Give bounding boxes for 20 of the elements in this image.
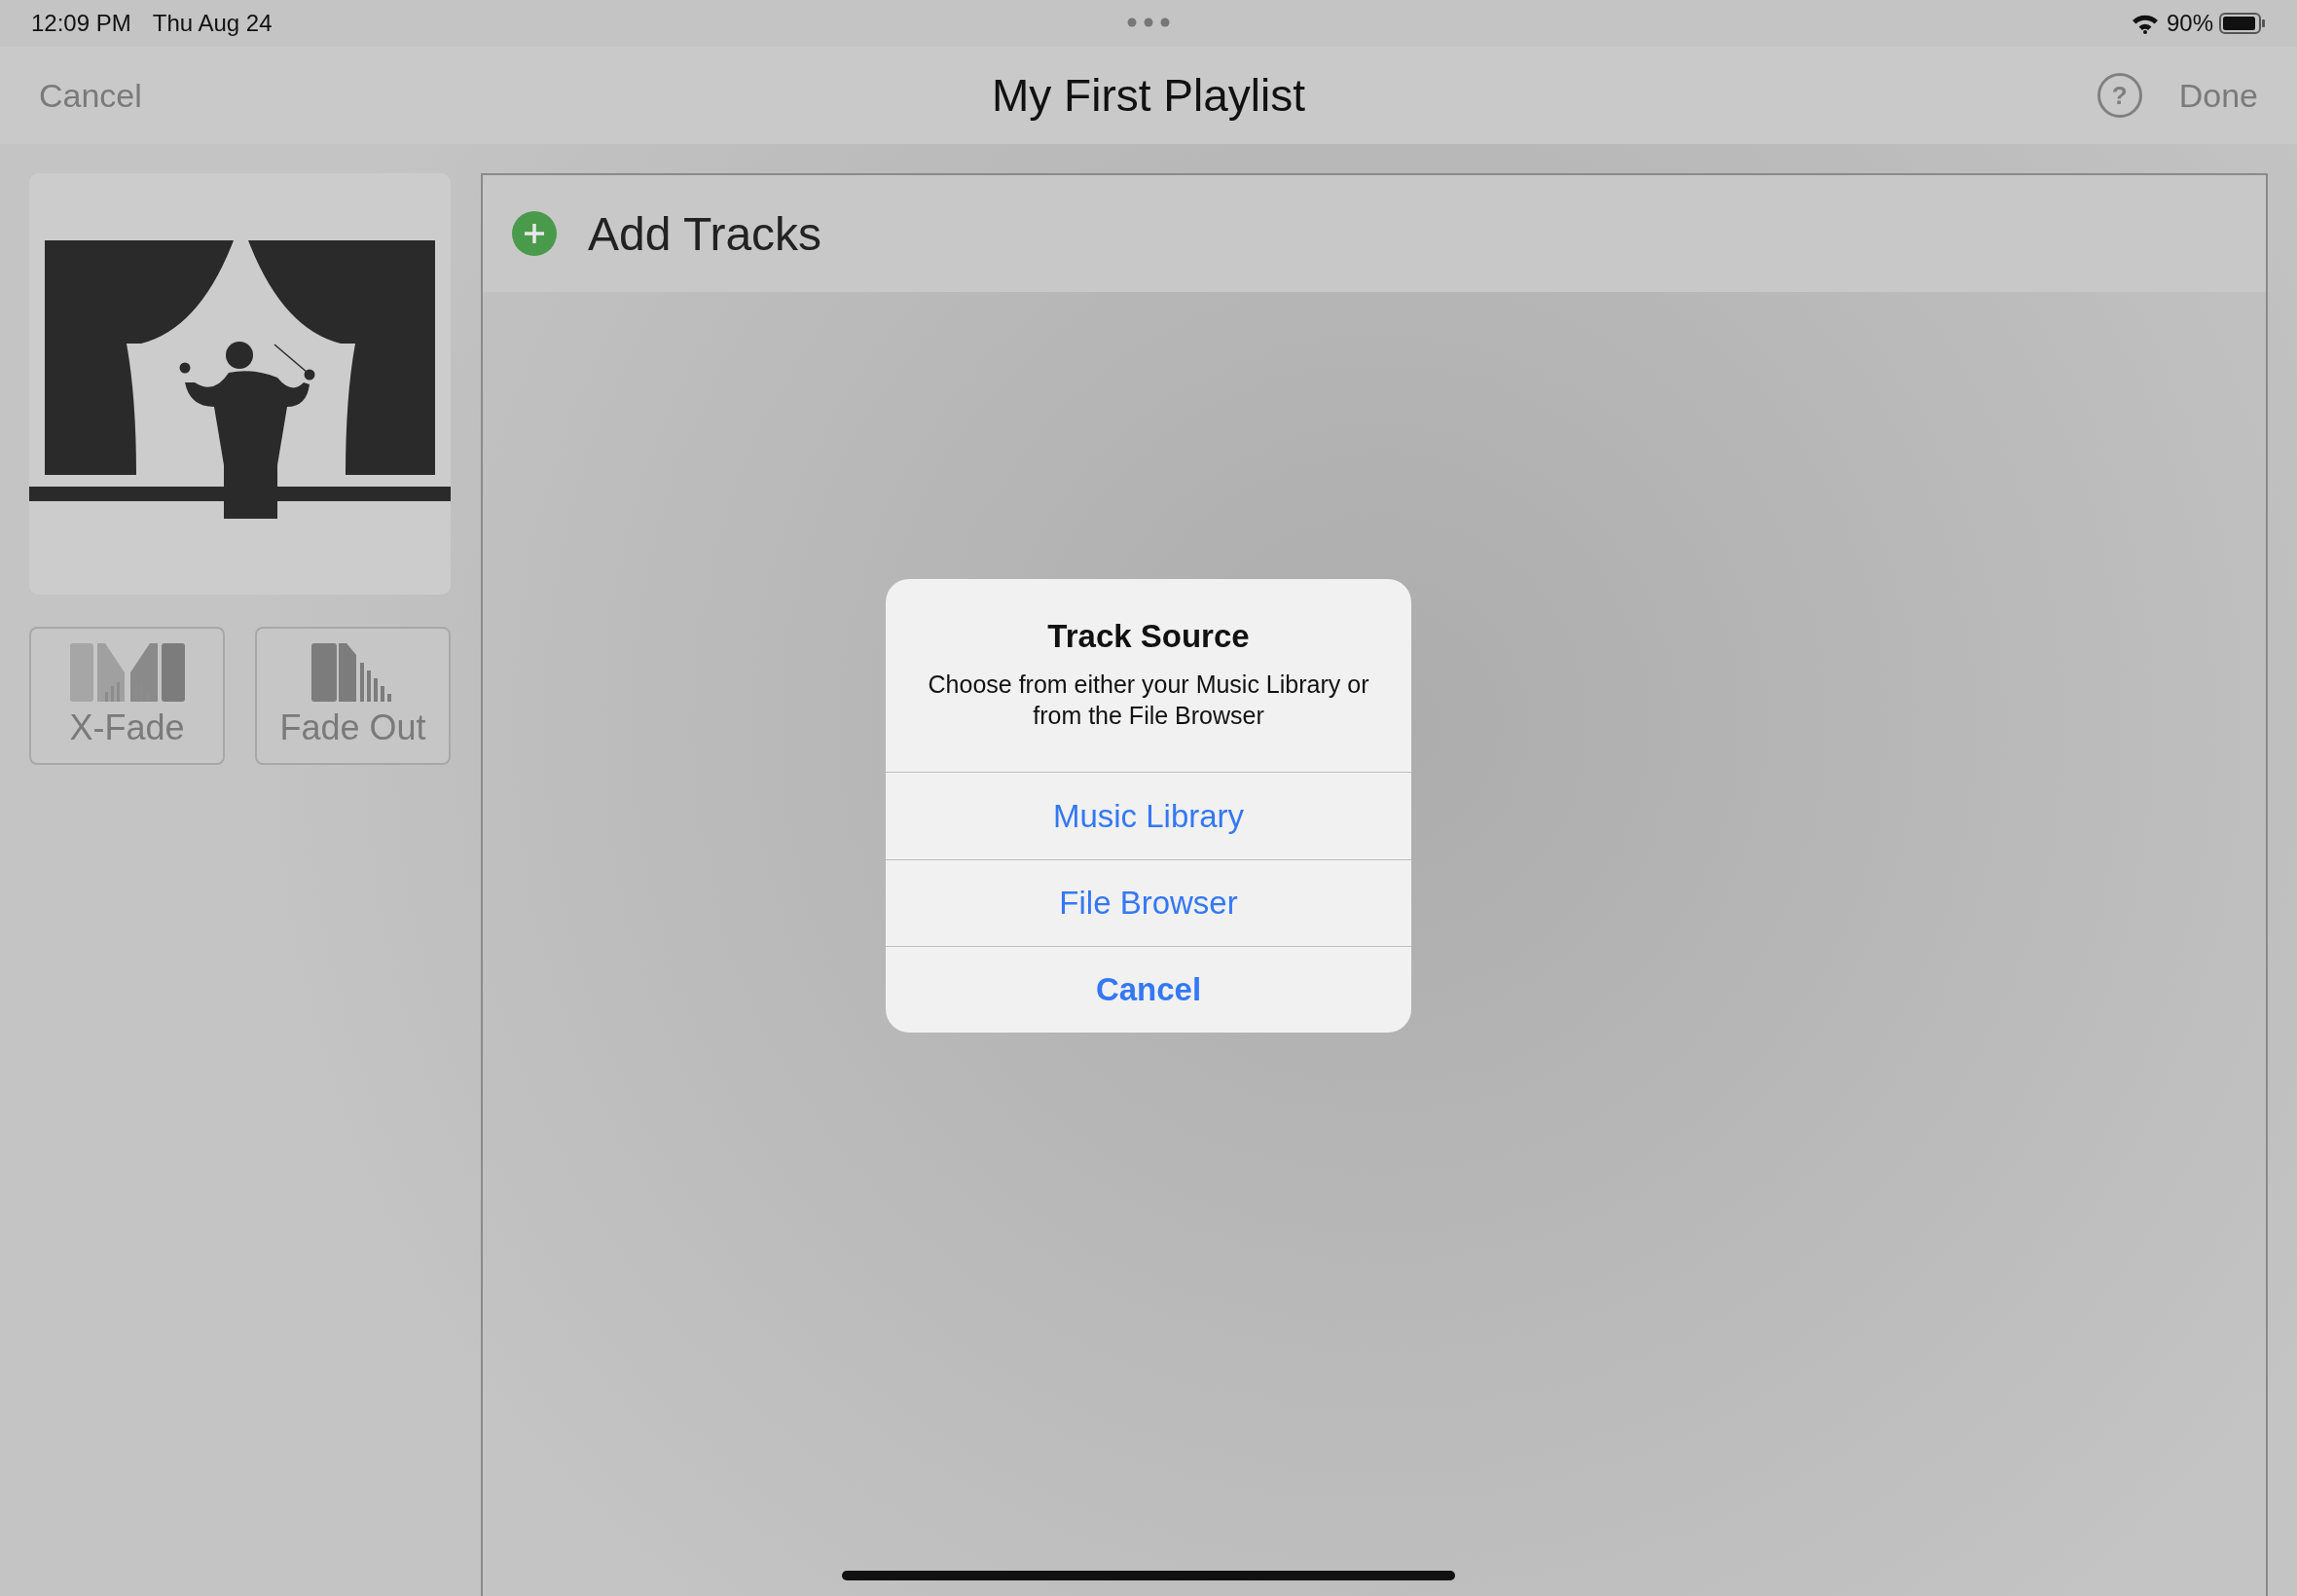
source-option-button[interactable]: File Browser: [886, 859, 1411, 946]
crossfade-button[interactable]: X-Fade: [29, 627, 225, 765]
dialog-title: Track Source: [1046, 618, 1251, 655]
dialog-cancel-button[interactable]: Cancel: [886, 946, 1411, 1033]
playlist-title: My First Playlist: [992, 70, 1305, 121]
wifi-icon: [2131, 13, 2159, 34]
add-icon[interactable]: [512, 211, 557, 256]
cancel-button[interactable]: Cancel: [39, 76, 142, 115]
more-dots-icon[interactable]: [1127, 18, 1170, 27]
help-button[interactable]: ?: [2096, 73, 2142, 118]
add-tracks-label[interactable]: Add Tracks: [588, 206, 822, 261]
battery-icon: [2219, 13, 2266, 34]
crossfade-icon: [69, 643, 185, 702]
source-option-button[interactable]: Music Library: [886, 773, 1411, 859]
status-time: 12:09 PM: [31, 10, 131, 37]
fade-out-button[interactable]: Fade Out: [255, 627, 451, 765]
done-button[interactable]: Done: [2178, 76, 2258, 115]
status-date: Thu Aug 24: [152, 10, 273, 37]
battery-percentage: 90%: [2166, 10, 2213, 37]
dialog-message: Choose from either your Music Library or from the File Browser: [927, 670, 1370, 731]
